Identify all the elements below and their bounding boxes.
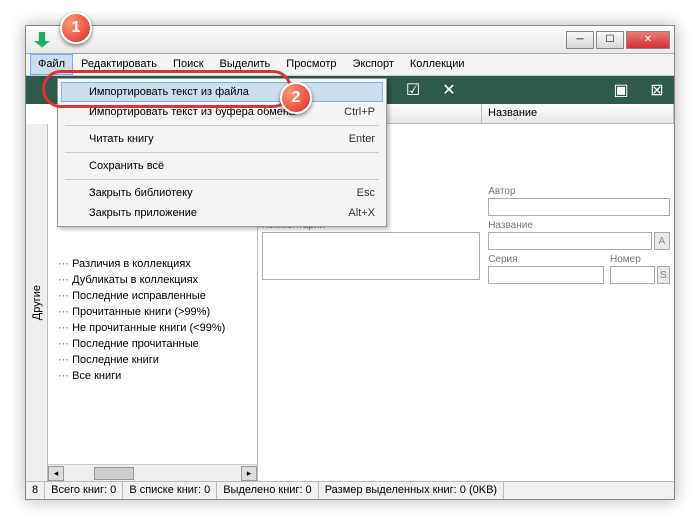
scroll-right-icon[interactable]: ▸ — [241, 466, 257, 481]
file-menu-dropdown: Импортировать текст из файлаИмпортироват… — [57, 78, 387, 227]
close-button[interactable]: ✕ — [626, 31, 670, 49]
menu-collections[interactable]: Коллекции — [402, 54, 473, 75]
scroll-left-icon[interactable]: ◂ — [48, 466, 64, 481]
minimize-button[interactable]: ─ — [566, 31, 594, 49]
check-icon[interactable]: ☑ — [404, 81, 422, 99]
menu-option[interactable]: Закрыть библиотекуEsc — [61, 183, 383, 203]
menu-file[interactable]: Файл — [30, 54, 73, 75]
series-field[interactable] — [488, 266, 604, 284]
menu-export[interactable]: Экспорт — [345, 54, 402, 75]
app-icon — [34, 32, 50, 48]
a-button[interactable]: A — [654, 232, 670, 250]
menu-view[interactable]: Просмотр — [278, 54, 344, 75]
col-title[interactable]: Название — [482, 104, 674, 123]
status-size: Размер выделенных книг: 0 (0KB) — [319, 482, 504, 499]
menu-option[interactable]: Сохранить всё — [61, 156, 383, 176]
statusbar: 8 Всего книг: 0 В списке книг: 0 Выделен… — [26, 481, 674, 499]
menu-option[interactable]: Читать книгуEnter — [61, 129, 383, 149]
menubar: Файл Редактировать Поиск Выделить Просмо… — [26, 54, 674, 76]
tree-item[interactable]: Не прочитанные книги (<99%) — [58, 320, 255, 336]
menu-option[interactable]: Импортировать текст из файла — [61, 82, 383, 102]
number-field[interactable] — [610, 266, 655, 284]
tree-item[interactable]: Последние исправленные — [58, 288, 255, 304]
maximize-button[interactable]: ☐ — [596, 31, 624, 49]
callout-2: 2 — [280, 82, 312, 114]
status-index: 8 — [26, 482, 45, 499]
expand-icon[interactable]: ▣ — [612, 81, 630, 99]
menu-edit[interactable]: Редактировать — [73, 54, 165, 75]
label-series: Серия — [488, 254, 604, 265]
tree-item[interactable]: Различия в коллекциях — [58, 256, 255, 272]
menu-option[interactable]: Закрыть приложениеAlt+X — [61, 203, 383, 223]
window-titlebar: ─ ☐ ✕ — [26, 26, 674, 54]
tree-item[interactable]: Прочитанные книги (>99%) — [58, 304, 255, 320]
label-author2: Автор — [488, 186, 670, 197]
author-field[interactable] — [488, 198, 670, 216]
side-tab[interactable]: Другие — [26, 124, 48, 481]
tree-item[interactable]: Все книги — [58, 368, 255, 384]
h-scrollbar[interactable]: ◂ ▸ — [48, 464, 257, 481]
title-field[interactable] — [488, 232, 651, 250]
menu-select[interactable]: Выделить — [212, 54, 279, 75]
menu-option[interactable]: Импортировать текст из буфера обменаCtrl… — [61, 102, 383, 122]
tree-item[interactable]: Последние книги — [58, 352, 255, 368]
scroll-thumb[interactable] — [94, 467, 134, 480]
tree-item[interactable]: Дубликаты в коллекциях — [58, 272, 255, 288]
label-title: Название — [488, 220, 670, 231]
x-icon[interactable]: ✕ — [440, 81, 458, 99]
status-list: В списке книг: 0 — [123, 482, 217, 499]
close-panel-icon[interactable]: ⊠ — [648, 81, 666, 99]
tree: Различия в коллекциях Дубликаты в коллек… — [48, 252, 257, 464]
status-total: Всего книг: 0 — [45, 482, 123, 499]
tree-item[interactable]: Последние прочитанные — [58, 336, 255, 352]
comment-field[interactable] — [262, 232, 480, 280]
menu-search[interactable]: Поиск — [165, 54, 211, 75]
callout-1: 1 — [60, 12, 92, 44]
status-selected: Выделено книг: 0 — [217, 482, 318, 499]
label-number: Номер — [610, 254, 670, 265]
s-button[interactable]: S — [657, 266, 670, 284]
